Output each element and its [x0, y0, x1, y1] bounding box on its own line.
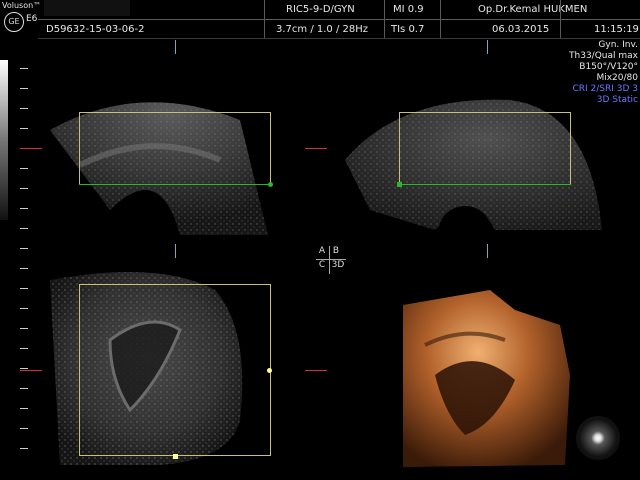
probe-label: RIC5-9-D/GYN — [286, 4, 355, 15]
quad-label-a[interactable]: A — [316, 246, 328, 256]
time-label: 11:15:19 — [594, 24, 639, 35]
orientation-marker-red — [20, 370, 42, 371]
orientation-marker-red — [305, 148, 327, 149]
roi-box-c[interactable] — [79, 284, 271, 456]
pane-a[interactable] — [40, 90, 280, 240]
volume-render-3d — [403, 290, 570, 467]
crosshair-handle[interactable] — [397, 182, 402, 187]
header-separator — [560, 0, 561, 38]
date-label: 06.03.2015 — [492, 24, 550, 35]
ge-logo-icon: GE — [4, 12, 24, 32]
depth-scale — [0, 40, 30, 480]
settings-line: B150°/V120° — [579, 62, 638, 72]
pane-3d[interactable] — [395, 285, 580, 470]
patient-id-label: D59632-15-03-06-2 — [46, 24, 145, 35]
roi-handle[interactable] — [173, 454, 178, 459]
pane-b[interactable] — [340, 90, 610, 250]
quad-label-b[interactable]: B — [330, 246, 342, 256]
mi-label: MI 0.9 — [393, 4, 424, 15]
header-bottom-line — [38, 38, 640, 39]
quad-selector[interactable]: A B C 3D — [316, 246, 346, 274]
orientation-marker-blue — [487, 40, 488, 54]
tis-label: TIs 0.7 — [391, 24, 425, 35]
orientation-dot-icon — [576, 416, 620, 460]
pane-c[interactable] — [40, 270, 280, 470]
roi-box-a[interactable] — [79, 112, 271, 185]
crosshair-handle[interactable] — [268, 182, 273, 187]
redacted-block — [44, 0, 130, 16]
header-bar: GE Voluson™ E6 RIC5-9-D/GYN MI 0.9 Op.Dr… — [0, 0, 640, 40]
settings-line: Mix20/80 — [596, 73, 638, 83]
header-divider — [38, 19, 640, 20]
header-separator — [264, 0, 265, 38]
orientation-marker-red — [305, 370, 327, 371]
orientation-marker-red — [20, 148, 42, 149]
model-label: E6 — [26, 14, 38, 24]
doctor-label: Op.Dr.Kemal HUKMEN — [478, 4, 588, 15]
quad-label-c[interactable]: C — [316, 260, 328, 270]
roi-handle[interactable] — [267, 368, 272, 373]
crosshair-line-green — [399, 184, 571, 185]
depth-freq-label: 3.7cm / 1.0 / 28Hz — [276, 24, 368, 35]
roi-box-b[interactable] — [399, 112, 571, 185]
orientation-marker-blue — [175, 244, 176, 258]
orientation-marker-blue — [175, 40, 176, 54]
settings-line: Gyn. Inv. — [598, 40, 638, 50]
quad-label-d[interactable]: 3D — [330, 260, 346, 270]
brand-label: Voluson™ — [2, 1, 42, 10]
header-separator — [440, 0, 441, 38]
crosshair-line-green — [79, 184, 271, 185]
orientation-marker-blue — [487, 244, 488, 258]
header-separator — [384, 0, 385, 38]
settings-line: Th33/Qual max — [569, 51, 638, 61]
